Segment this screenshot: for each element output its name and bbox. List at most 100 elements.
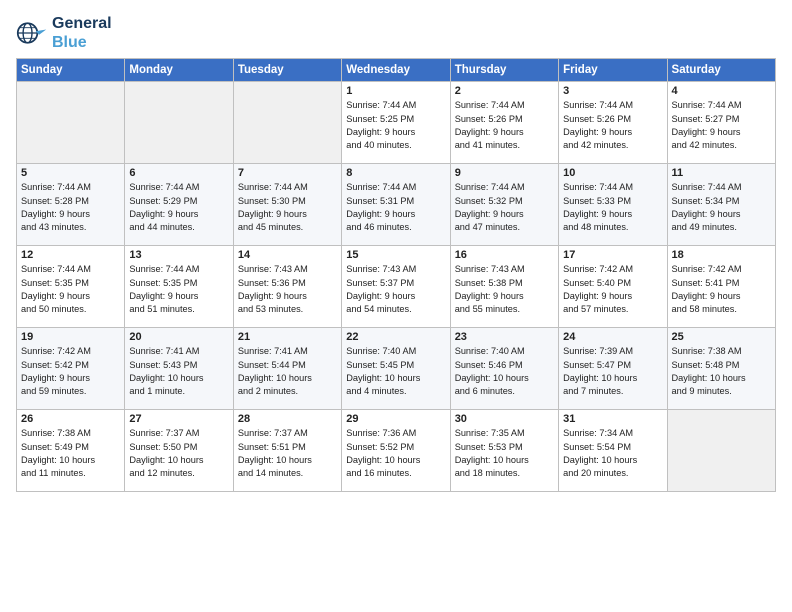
- calendar-cell: 10 Sunrise: 7:44 AM Sunset: 5:33 PM Dayli…: [559, 164, 667, 246]
- day-number: 21: [238, 331, 337, 343]
- calendar-week-2: 5 Sunrise: 7:44 AM Sunset: 5:28 PM Daylig…: [17, 164, 776, 246]
- logo: General Blue: [16, 14, 112, 52]
- day-number: 20: [129, 331, 228, 343]
- calendar-cell: [233, 82, 341, 164]
- calendar: SundayMondayTuesdayWednesdayThursdayFrid…: [16, 58, 776, 492]
- day-number: 1: [346, 85, 445, 97]
- day-info: Sunrise: 7:44 AM Sunset: 5:26 PM Dayligh…: [563, 99, 662, 152]
- day-info: Sunrise: 7:44 AM Sunset: 5:30 PM Dayligh…: [238, 181, 337, 234]
- col-header-monday: Monday: [125, 59, 233, 82]
- calendar-cell: 29Sunrise: 7:36 AM Sunset: 5:52 PM Dayli…: [342, 410, 450, 492]
- calendar-week-5: 26 Sunrise: 7:38 AM Sunset: 5:49 PM Dayli…: [17, 410, 776, 492]
- day-info: Sunrise: 7:44 AM Sunset: 5:29 PM Dayligh…: [129, 181, 228, 234]
- calendar-cell: 20 Sunrise: 7:41 AM Sunset: 5:43 PM Dayli…: [125, 328, 233, 410]
- col-header-thursday: Thursday: [450, 59, 558, 82]
- calendar-cell: 21 Sunrise: 7:41 AM Sunset: 5:44 PM Dayli…: [233, 328, 341, 410]
- day-info: Sunrise: 7:36 AM Sunset: 5:52 PM Dayligh…: [346, 427, 445, 480]
- day-info: Sunrise: 7:44 AM Sunset: 5:27 PM Dayligh…: [672, 99, 771, 152]
- day-number: 23: [455, 331, 554, 343]
- calendar-cell: 11 Sunrise: 7:44 AM Sunset: 5:34 PM Dayli…: [667, 164, 775, 246]
- calendar-header-row: SundayMondayTuesdayWednesdayThursdayFrid…: [17, 59, 776, 82]
- day-number: 26: [21, 413, 120, 425]
- day-number: 4: [672, 85, 771, 97]
- calendar-cell: 28 Sunrise: 7:37 AM Sunset: 5:51 PM Dayli…: [233, 410, 341, 492]
- calendar-cell: [125, 82, 233, 164]
- day-info: Sunrise: 7:44 AM Sunset: 5:26 PM Dayligh…: [455, 99, 554, 152]
- day-number: 25: [672, 331, 771, 343]
- day-info: Sunrise: 7:43 AM Sunset: 5:37 PM Dayligh…: [346, 263, 445, 316]
- day-info: Sunrise: 7:40 AM Sunset: 5:46 PM Dayligh…: [455, 345, 554, 398]
- calendar-cell: 26 Sunrise: 7:38 AM Sunset: 5:49 PM Dayli…: [17, 410, 125, 492]
- calendar-cell: 17Sunrise: 7:42 AM Sunset: 5:40 PM Dayli…: [559, 246, 667, 328]
- calendar-week-1: 1 Sunrise: 7:44 AM Sunset: 5:25 PM Daylig…: [17, 82, 776, 164]
- day-info: Sunrise: 7:37 AM Sunset: 5:50 PM Dayligh…: [129, 427, 228, 480]
- day-info: Sunrise: 7:44 AM Sunset: 5:33 PM Dayligh…: [563, 181, 662, 234]
- day-info: Sunrise: 7:44 AM Sunset: 5:35 PM Dayligh…: [21, 263, 120, 316]
- day-number: 13: [129, 249, 228, 261]
- day-info: Sunrise: 7:41 AM Sunset: 5:44 PM Dayligh…: [238, 345, 337, 398]
- header: General Blue: [16, 10, 776, 52]
- day-number: 12: [21, 249, 120, 261]
- calendar-cell: 31Sunrise: 7:34 AM Sunset: 5:54 PM Dayli…: [559, 410, 667, 492]
- calendar-cell: 8 Sunrise: 7:44 AM Sunset: 5:31 PM Daylig…: [342, 164, 450, 246]
- day-info: Sunrise: 7:44 AM Sunset: 5:34 PM Dayligh…: [672, 181, 771, 234]
- calendar-cell: 7 Sunrise: 7:44 AM Sunset: 5:30 PM Daylig…: [233, 164, 341, 246]
- day-info: Sunrise: 7:38 AM Sunset: 5:49 PM Dayligh…: [21, 427, 120, 480]
- day-info: Sunrise: 7:44 AM Sunset: 5:31 PM Dayligh…: [346, 181, 445, 234]
- day-number: 16: [455, 249, 554, 261]
- calendar-cell: 4 Sunrise: 7:44 AM Sunset: 5:27 PM Daylig…: [667, 82, 775, 164]
- day-info: Sunrise: 7:42 AM Sunset: 5:40 PM Dayligh…: [563, 263, 662, 316]
- calendar-cell: 19 Sunrise: 7:42 AM Sunset: 5:42 PM Dayli…: [17, 328, 125, 410]
- calendar-cell: 13 Sunrise: 7:44 AM Sunset: 5:35 PM Dayli…: [125, 246, 233, 328]
- day-number: 30: [455, 413, 554, 425]
- day-number: 3: [563, 85, 662, 97]
- day-info: Sunrise: 7:37 AM Sunset: 5:51 PM Dayligh…: [238, 427, 337, 480]
- day-info: Sunrise: 7:35 AM Sunset: 5:53 PM Dayligh…: [455, 427, 554, 480]
- calendar-cell: 16 Sunrise: 7:43 AM Sunset: 5:38 PM Dayli…: [450, 246, 558, 328]
- day-info: Sunrise: 7:42 AM Sunset: 5:41 PM Dayligh…: [672, 263, 771, 316]
- day-number: 11: [672, 167, 771, 179]
- day-info: Sunrise: 7:44 AM Sunset: 5:35 PM Dayligh…: [129, 263, 228, 316]
- day-number: 10: [563, 167, 662, 179]
- day-info: Sunrise: 7:44 AM Sunset: 5:28 PM Dayligh…: [21, 181, 120, 234]
- day-number: 28: [238, 413, 337, 425]
- day-number: 27: [129, 413, 228, 425]
- calendar-cell: [17, 82, 125, 164]
- calendar-cell: 6 Sunrise: 7:44 AM Sunset: 5:29 PM Daylig…: [125, 164, 233, 246]
- calendar-cell: 15Sunrise: 7:43 AM Sunset: 5:37 PM Dayli…: [342, 246, 450, 328]
- day-info: Sunrise: 7:43 AM Sunset: 5:38 PM Dayligh…: [455, 263, 554, 316]
- day-number: 14: [238, 249, 337, 261]
- day-number: 7: [238, 167, 337, 179]
- day-number: 18: [672, 249, 771, 261]
- day-number: 5: [21, 167, 120, 179]
- calendar-cell: 23 Sunrise: 7:40 AM Sunset: 5:46 PM Dayli…: [450, 328, 558, 410]
- day-number: 9: [455, 167, 554, 179]
- col-header-sunday: Sunday: [17, 59, 125, 82]
- calendar-cell: 25Sunrise: 7:38 AM Sunset: 5:48 PM Dayli…: [667, 328, 775, 410]
- day-number: 22: [346, 331, 445, 343]
- col-header-saturday: Saturday: [667, 59, 775, 82]
- col-header-tuesday: Tuesday: [233, 59, 341, 82]
- calendar-week-4: 19 Sunrise: 7:42 AM Sunset: 5:42 PM Dayli…: [17, 328, 776, 410]
- calendar-cell: 1 Sunrise: 7:44 AM Sunset: 5:25 PM Daylig…: [342, 82, 450, 164]
- calendar-cell: 24Sunrise: 7:39 AM Sunset: 5:47 PM Dayli…: [559, 328, 667, 410]
- calendar-cell: 2 Sunrise: 7:44 AM Sunset: 5:26 PM Daylig…: [450, 82, 558, 164]
- logo-text: General Blue: [52, 14, 112, 52]
- day-info: Sunrise: 7:42 AM Sunset: 5:42 PM Dayligh…: [21, 345, 120, 398]
- col-header-friday: Friday: [559, 59, 667, 82]
- day-info: Sunrise: 7:41 AM Sunset: 5:43 PM Dayligh…: [129, 345, 228, 398]
- day-number: 31: [563, 413, 662, 425]
- day-info: Sunrise: 7:40 AM Sunset: 5:45 PM Dayligh…: [346, 345, 445, 398]
- day-number: 19: [21, 331, 120, 343]
- day-number: 24: [563, 331, 662, 343]
- day-info: Sunrise: 7:44 AM Sunset: 5:25 PM Dayligh…: [346, 99, 445, 152]
- day-info: Sunrise: 7:43 AM Sunset: 5:36 PM Dayligh…: [238, 263, 337, 316]
- logo-icon: [16, 17, 48, 49]
- calendar-cell: 18 Sunrise: 7:42 AM Sunset: 5:41 PM Dayli…: [667, 246, 775, 328]
- calendar-cell: 3 Sunrise: 7:44 AM Sunset: 5:26 PM Daylig…: [559, 82, 667, 164]
- calendar-week-3: 12 Sunrise: 7:44 AM Sunset: 5:35 PM Dayli…: [17, 246, 776, 328]
- day-number: 2: [455, 85, 554, 97]
- day-number: 8: [346, 167, 445, 179]
- calendar-cell: 30 Sunrise: 7:35 AM Sunset: 5:53 PM Dayli…: [450, 410, 558, 492]
- day-number: 6: [129, 167, 228, 179]
